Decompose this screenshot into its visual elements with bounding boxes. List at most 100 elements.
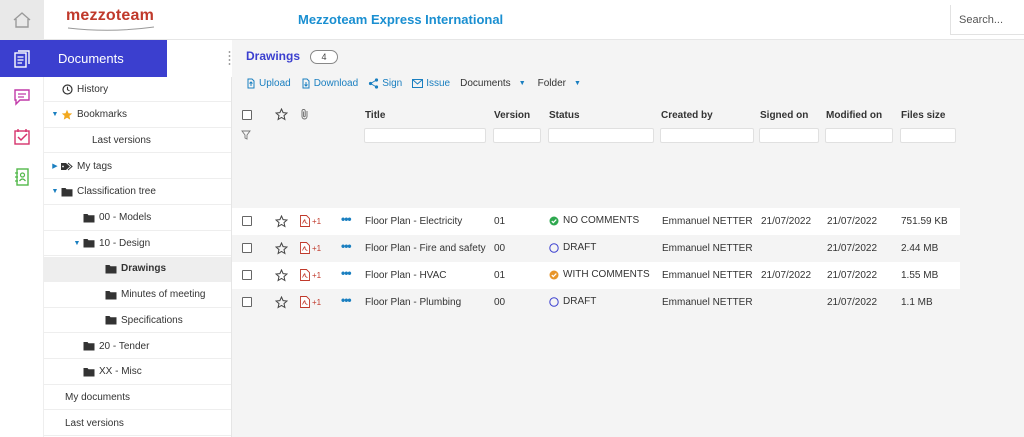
upload-label: Upload [259, 77, 291, 89]
tree-item[interactable]: 20 - Tender [44, 334, 231, 359]
tree-item[interactable]: 00 - Models [44, 206, 231, 231]
tree-item[interactable]: Drawings [44, 256, 231, 282]
row-checkbox[interactable] [242, 216, 252, 226]
navigation-tree: History ▼ Bookmarks Last versions ▶ My tags ▼ C… [44, 77, 232, 437]
row-actions-menu-icon[interactable]: ••• [341, 266, 352, 280]
status-filter-input[interactable] [548, 128, 654, 143]
column-header-files-size[interactable]: Files size [901, 110, 945, 121]
home-button[interactable] [0, 0, 44, 40]
star-icon[interactable] [275, 108, 288, 121]
documents-dropdown[interactable]: Documents ▼ [460, 78, 526, 89]
pdf-attachment[interactable]: +1 [300, 269, 321, 281]
issue-button[interactable]: Issue [412, 78, 450, 89]
column-header-version[interactable]: Version [494, 110, 530, 121]
tree-item[interactable]: Specifications [44, 308, 231, 334]
sign-button[interactable]: Sign [368, 78, 402, 89]
version-filter-input[interactable] [493, 128, 541, 143]
pdf-attachment[interactable]: +1 [300, 215, 321, 227]
star-icon[interactable] [274, 268, 289, 285]
expand-caret-down-icon[interactable]: ▼ [50, 188, 60, 195]
tree-item-label: 20 - Tender [99, 340, 150, 352]
top-header: mezzoteam Mezzoteam Express Internationa… [0, 0, 1024, 40]
rail-tasks-button[interactable] [0, 118, 44, 156]
signed-on-date: 21/07/2022 [761, 216, 812, 227]
files-size: 1.1 MB [901, 297, 933, 308]
folder-dropdown[interactable]: Folder ▼ [538, 78, 581, 89]
row-checkbox[interactable] [242, 270, 252, 280]
caret-down-icon: ▼ [573, 79, 581, 87]
row-actions-menu-icon[interactable]: ••• [341, 212, 352, 226]
download-button[interactable]: Download [301, 78, 358, 89]
pdf-file-icon [300, 215, 310, 227]
folder-dropdown-label: Folder [537, 77, 566, 89]
company-logo[interactable]: mezzoteam [66, 7, 158, 31]
row-checkbox[interactable] [242, 243, 252, 253]
tree-item[interactable]: Last versions [44, 128, 231, 154]
signed-on-date: 21/07/2022 [761, 270, 812, 281]
folder-icon [82, 237, 96, 249]
tree-item[interactable]: ▼ Bookmarks [44, 103, 231, 128]
column-header-modified-on[interactable]: Modified on [826, 110, 882, 121]
rail-documents-button[interactable] [0, 40, 44, 77]
table-row[interactable]: +1 ••• Floor Plan - Electricity 01 NO COMMEN… [232, 208, 960, 235]
tree-item[interactable]: ▼ Classification tree [44, 180, 231, 205]
signed-on-filter-input[interactable] [759, 128, 819, 143]
folder-icon [104, 263, 118, 275]
document-version: 01 [494, 270, 506, 281]
document-title[interactable]: Floor Plan - HVAC [365, 270, 447, 281]
tree-item-label: 10 - Design [99, 237, 151, 249]
document-title[interactable]: Floor Plan - Fire and safety [365, 243, 486, 254]
table-row[interactable]: +1 ••• Floor Plan - HVAC 01 WITH COMMENTS Emm… [232, 262, 960, 289]
rail-messages-button[interactable] [0, 78, 44, 116]
tree-item[interactable]: ▶ My tags [44, 154, 231, 180]
folder-icon [82, 340, 96, 352]
select-all-checkbox[interactable] [242, 110, 252, 120]
status-badge: NO COMMENTS [549, 215, 639, 226]
files-size-filter-input[interactable] [900, 128, 956, 143]
folder-icon [104, 314, 118, 326]
pdf-file-icon [300, 242, 310, 254]
row-checkbox[interactable] [242, 297, 252, 307]
filter-icon[interactable] [241, 130, 251, 140]
logo-text: mezzoteam [66, 7, 155, 24]
column-header-signed-on[interactable]: Signed on [760, 110, 808, 121]
modified-on-filter-input[interactable] [825, 128, 893, 143]
created-by: Emmanuel NETTER [662, 243, 753, 254]
table-row[interactable]: +1 ••• Floor Plan - Plumbing 00 DRAFT Emmanue… [232, 289, 960, 316]
search-input[interactable] [950, 5, 1024, 35]
document-title[interactable]: Floor Plan - Electricity [365, 216, 462, 227]
tree-item-label: Minutes of meeting [121, 289, 206, 301]
pdf-attachment[interactable]: +1 [300, 242, 321, 254]
expand-caret-down-icon[interactable]: ▼ [50, 111, 60, 118]
column-header-title[interactable]: Title [365, 110, 385, 121]
star-icon[interactable] [274, 241, 289, 258]
tree-item[interactable]: ▼ 10 - Design [44, 231, 231, 257]
tree-item-label: Last versions [65, 417, 124, 429]
documents-section-tab[interactable]: Documents [44, 40, 167, 77]
expand-caret-down-icon[interactable]: ▼ [72, 240, 82, 247]
attachment-count: +1 [312, 243, 322, 253]
table-row[interactable]: +1 ••• Floor Plan - Fire and safety 00 DRAFT… [232, 235, 960, 262]
star-icon[interactable] [274, 295, 289, 312]
modified-on-date: 21/07/2022 [827, 243, 878, 254]
clock-icon [60, 83, 74, 95]
column-header-created-by[interactable]: Created by [661, 110, 713, 121]
row-actions-menu-icon[interactable]: ••• [341, 293, 352, 307]
created-by-filter-input[interactable] [660, 128, 754, 143]
tags-icon [60, 160, 74, 172]
pdf-attachment[interactable]: +1 [300, 296, 321, 308]
rail-contacts-button[interactable] [0, 158, 44, 196]
tree-item[interactable]: Last versions [44, 411, 231, 437]
tree-item[interactable]: My documents [44, 385, 231, 411]
tree-item[interactable]: Minutes of meeting [44, 283, 231, 308]
tree-item[interactable]: History [44, 77, 231, 102]
row-actions-menu-icon[interactable]: ••• [341, 239, 352, 253]
column-header-status[interactable]: Status [549, 110, 580, 121]
title-filter-input[interactable] [364, 128, 486, 143]
panel-resize-handle[interactable] [228, 50, 231, 68]
expand-caret-right-icon[interactable]: ▶ [50, 162, 60, 170]
upload-button[interactable]: Upload [246, 78, 291, 89]
document-title[interactable]: Floor Plan - Plumbing [365, 297, 461, 308]
star-icon[interactable] [274, 214, 289, 231]
tree-item[interactable]: XX - Misc [44, 360, 231, 385]
